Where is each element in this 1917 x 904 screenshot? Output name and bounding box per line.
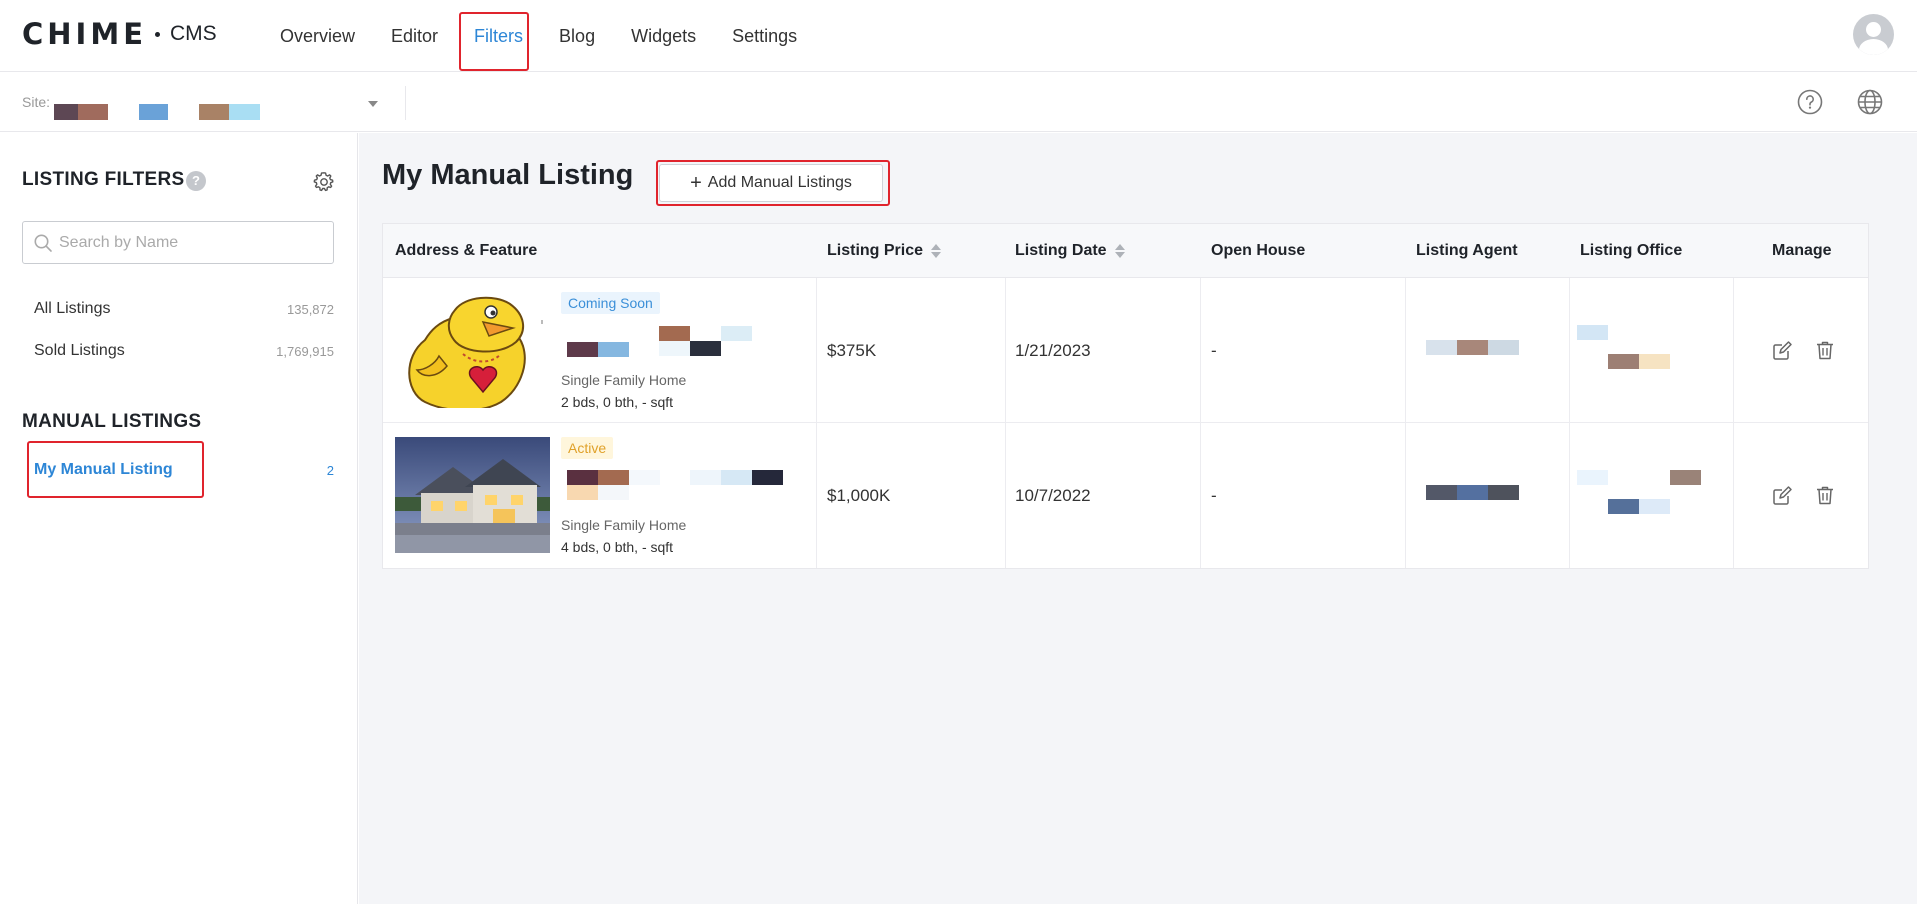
nav-widgets[interactable]: Widgets xyxy=(613,0,714,72)
table-row[interactable]: Coming Soon Single Family Home 2 bds, 0 … xyxy=(383,278,1868,423)
page-title: My Manual Listing xyxy=(382,159,634,191)
sidebar-item-count: 1,769,915 xyxy=(276,343,334,359)
top-navigation-bar: CHIME CMS Overview Editor Filters Blog W… xyxy=(0,0,1917,72)
question-circle-icon[interactable] xyxy=(1796,88,1824,116)
site-selector-bar: Site: xyxy=(0,72,1917,132)
sort-icon[interactable] xyxy=(1114,244,1125,258)
search-input[interactable] xyxy=(59,222,329,263)
listing-filters-title: LISTING FILTERS xyxy=(22,169,185,190)
divider xyxy=(405,86,406,120)
column-listing-price[interactable]: Listing Price xyxy=(827,224,942,278)
nav-overview[interactable]: Overview xyxy=(262,0,373,72)
property-type: Single Family Home xyxy=(561,517,687,533)
logo-separator-dot xyxy=(155,31,161,37)
sidebar-item-label: All Listings xyxy=(34,300,111,317)
user-avatar-icon[interactable] xyxy=(1853,14,1894,55)
sidebar-item-sold-listings[interactable]: Sold Listings 1,769,915 xyxy=(22,336,334,366)
trash-icon[interactable] xyxy=(1814,484,1836,506)
nav-editor[interactable]: Editor xyxy=(373,0,456,72)
chevron-down-icon[interactable] xyxy=(368,101,378,107)
listing-photo[interactable] xyxy=(395,437,550,553)
listing-date: 10/7/2022 xyxy=(1015,485,1091,505)
main-nav: Overview Editor Filters Blog Widgets Set… xyxy=(262,0,815,72)
column-listing-agent: Listing Agent xyxy=(1416,242,1518,259)
manual-listings-title: MANUAL LISTINGS xyxy=(22,411,202,432)
sidebar-item-count: 2 xyxy=(326,462,334,478)
open-house: - xyxy=(1211,485,1217,505)
logo-wordmark: CHIME xyxy=(22,17,148,51)
edit-icon[interactable] xyxy=(1771,484,1793,506)
column-manage: Manage xyxy=(1772,242,1832,259)
chime-logo[interactable]: CHIME CMS xyxy=(22,16,217,52)
globe-icon[interactable] xyxy=(1856,88,1884,116)
table-header: Address & Feature Listing Price Listing … xyxy=(383,224,1868,278)
site-selector[interactable] xyxy=(50,82,380,122)
column-listing-date[interactable]: Listing Date xyxy=(1015,224,1125,278)
house-photo-image xyxy=(395,437,550,553)
gear-icon[interactable] xyxy=(312,170,336,194)
open-house: - xyxy=(1211,340,1217,360)
property-specs: 4 bds, 0 bth, - sqft xyxy=(561,539,674,555)
search-box xyxy=(22,221,334,264)
sidebar-item-count: 135,872 xyxy=(287,301,334,317)
help-icon[interactable]: ? xyxy=(186,171,206,191)
status-badge: Coming Soon xyxy=(561,292,660,314)
listing-filters-sidebar: LISTING FILTERS ? All Listings 135,872 S… xyxy=(0,133,358,904)
status-badge: Active xyxy=(561,437,614,459)
sidebar-item-label: My Manual Listing xyxy=(34,461,173,478)
listing-date: 1/21/2023 xyxy=(1015,340,1091,360)
sort-icon[interactable] xyxy=(931,244,942,258)
plus-icon: + xyxy=(690,172,702,194)
cartoon-bird-image xyxy=(395,292,550,408)
listings-table: Address & Feature Listing Price Listing … xyxy=(382,223,1869,569)
add-manual-listings-button[interactable]: + Add Manual Listings xyxy=(659,164,883,202)
column-open-house: Open House xyxy=(1211,242,1306,259)
listing-price: $375K xyxy=(827,340,877,360)
add-button-label: Add Manual Listings xyxy=(707,174,852,191)
sidebar-item-label: Sold Listings xyxy=(34,342,125,359)
sidebar-item-my-manual-listing[interactable]: My Manual Listing 2 xyxy=(22,455,334,485)
nav-settings[interactable]: Settings xyxy=(714,0,815,72)
sidebar-item-all-listings[interactable]: All Listings 135,872 xyxy=(22,294,334,324)
redacted-site-name xyxy=(54,104,78,120)
edit-icon[interactable] xyxy=(1771,339,1793,361)
property-specs: 2 bds, 0 bth, - sqft xyxy=(561,394,674,410)
listing-photo[interactable] xyxy=(395,292,550,408)
logo-cms-label: CMS xyxy=(170,22,217,45)
main-content: My Manual Listing + Add Manual Listings … xyxy=(359,133,1917,904)
table-row[interactable]: Active Single Family Home 4 bds, 0 bth, … xyxy=(383,423,1868,568)
column-listing-office: Listing Office xyxy=(1580,242,1683,259)
nav-filters[interactable]: Filters xyxy=(456,0,541,72)
trash-icon[interactable] xyxy=(1814,339,1836,361)
listing-price: $1,000K xyxy=(827,485,891,505)
column-address-feature: Address & Feature xyxy=(395,242,538,259)
property-type: Single Family Home xyxy=(561,372,687,388)
site-label: Site: xyxy=(22,94,51,110)
nav-blog[interactable]: Blog xyxy=(541,0,613,72)
search-icon xyxy=(34,234,52,252)
